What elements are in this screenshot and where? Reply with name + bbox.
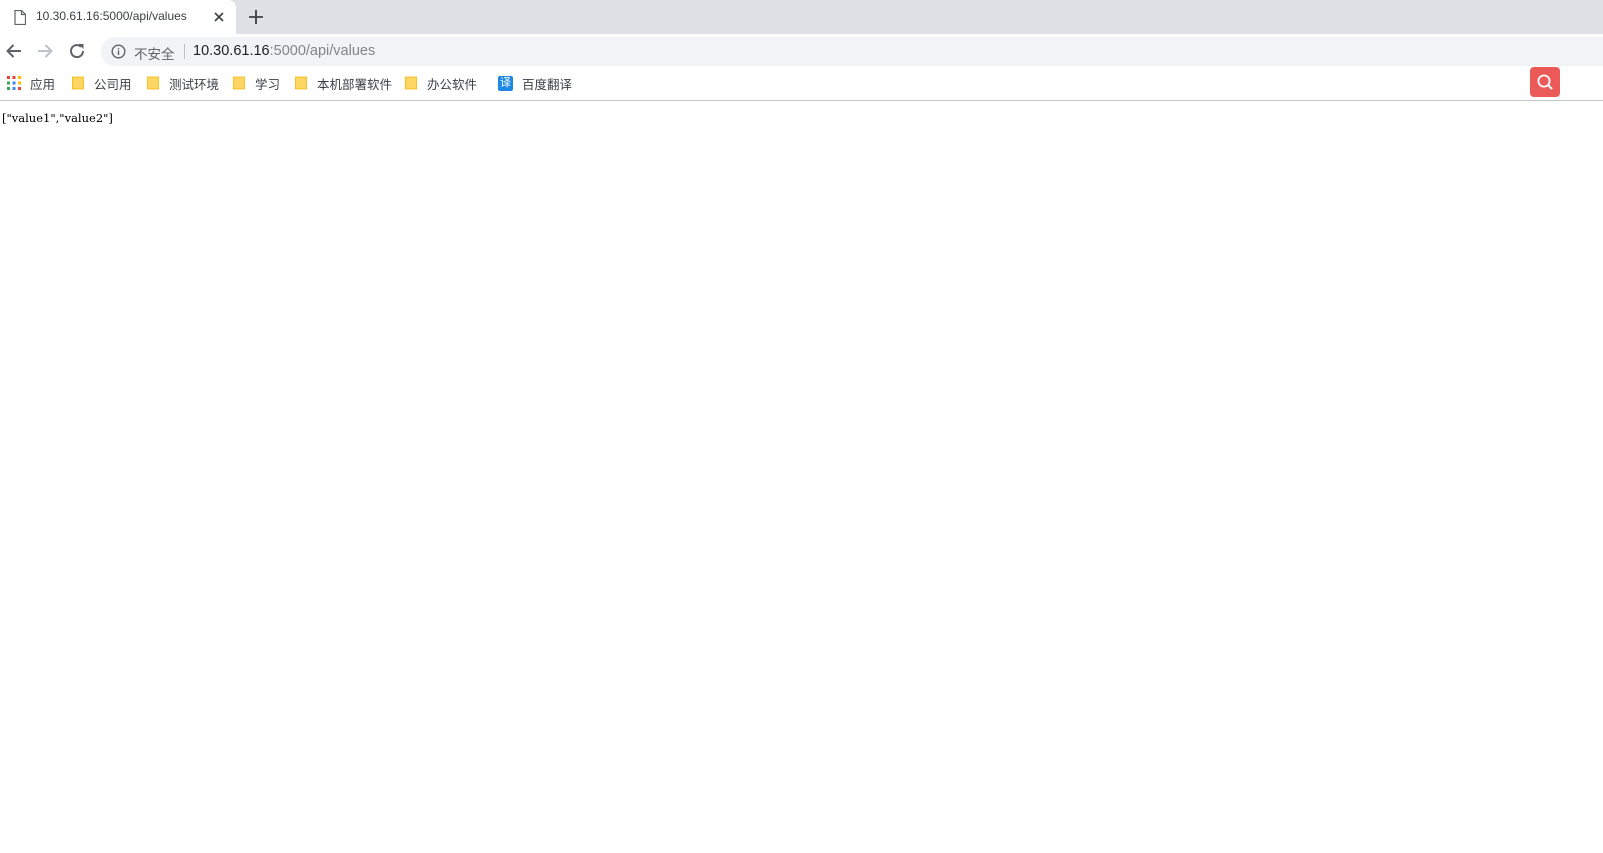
folder-icon (405, 76, 417, 90)
page-content: ["value1","value2"] (0, 101, 1603, 853)
omnibox-separator (184, 44, 185, 59)
folder-icon (72, 76, 84, 90)
folder-icon (147, 76, 159, 90)
translate-icon: 译 (498, 75, 513, 91)
apps-grid-icon (7, 76, 21, 90)
bookmark-label: 办公软件 (427, 77, 478, 92)
bookmark-label: 应用 (30, 77, 56, 92)
search-icon (1537, 74, 1553, 90)
tab-strip: 10.30.61.16:5000/api/values (0, 0, 1603, 34)
url-text[interactable]: 10.30.61.16:5000/api/values (193, 43, 375, 59)
active-tab[interactable]: 10.30.61.16:5000/api/values (0, 0, 236, 34)
info-icon[interactable] (111, 44, 126, 59)
page-icon (14, 10, 26, 25)
forward-arrow-icon[interactable] (34, 40, 56, 62)
url-path: :5000/api/values (269, 43, 376, 59)
tab-title: 10.30.61.16:5000/api/values (36, 9, 187, 23)
bookmark-folder-company[interactable]: 公司用 (71, 74, 132, 92)
reload-icon[interactable] (66, 40, 88, 62)
bookmarks-bar: 应用 公司用 测试环境 学习 本机部署软件 办公软件 译 百度翻译 (0, 67, 1603, 101)
close-icon[interactable] (211, 9, 227, 25)
url-host: 10.30.61.16 (193, 43, 270, 59)
bookmark-folder-local-software[interactable]: 本机部署软件 (294, 74, 392, 92)
security-label[interactable]: 不安全 (134, 43, 175, 63)
address-bar[interactable]: 不安全 10.30.61.16:5000/api/values (101, 37, 1603, 66)
plus-icon[interactable] (247, 8, 265, 26)
bookmark-label: 学习 (255, 77, 281, 92)
bookmark-label: 测试环境 (169, 77, 220, 92)
browser-toolbar: 不安全 10.30.61.16:5000/api/values (0, 34, 1603, 67)
bookmark-label: 百度翻译 (522, 77, 573, 92)
folder-icon (295, 76, 307, 90)
json-response-text: ["value1","value2"] (2, 111, 113, 125)
bookmark-label: 公司用 (94, 77, 132, 92)
extension-search-button[interactable] (1530, 67, 1560, 97)
bookmark-label: 本机部署软件 (317, 77, 393, 92)
bookmark-folder-test-env[interactable]: 测试环境 (146, 74, 219, 92)
bookmark-baidu-translate[interactable]: 译 百度翻译 (498, 74, 572, 92)
bookmark-folder-office[interactable]: 办公软件 (404, 74, 477, 92)
back-arrow-icon[interactable] (3, 40, 25, 62)
bookmark-apps[interactable]: 应用 (7, 74, 55, 92)
bookmark-folder-study[interactable]: 学习 (232, 74, 280, 92)
folder-icon (233, 76, 245, 90)
